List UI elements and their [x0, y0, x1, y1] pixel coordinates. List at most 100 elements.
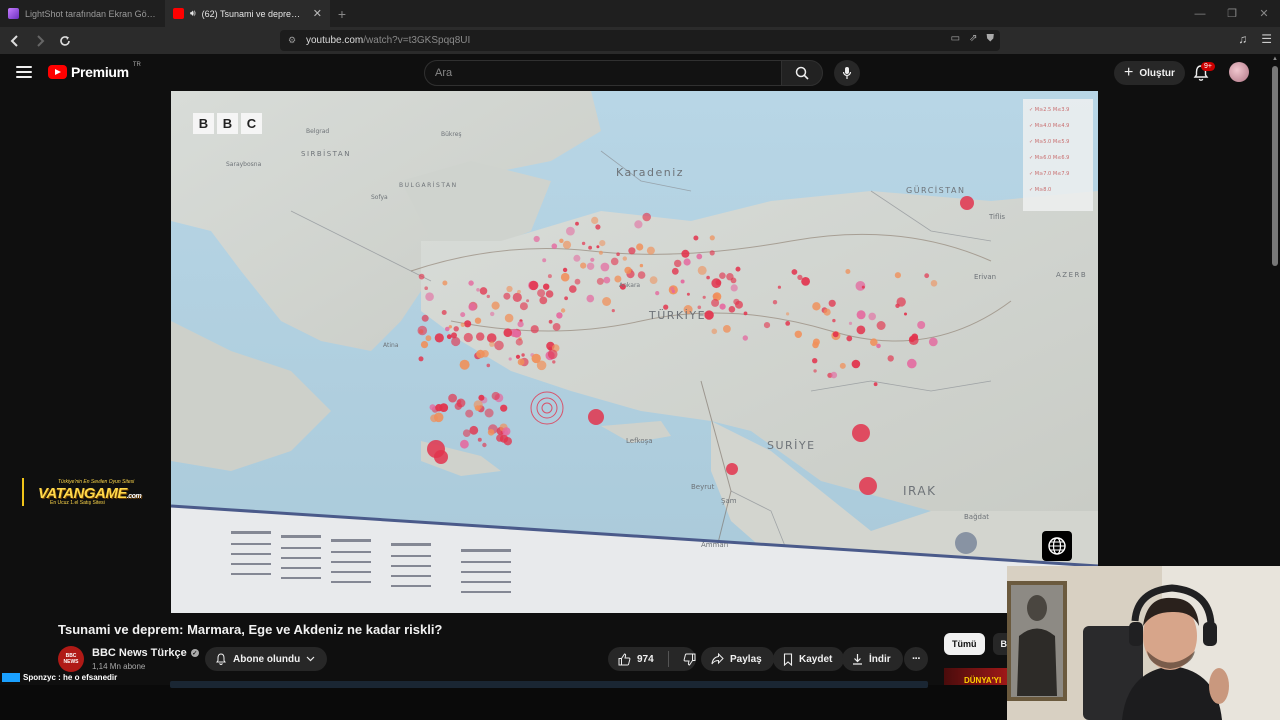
earthquake-marker	[580, 262, 587, 269]
youtube-logo[interactable]: Premium TR	[48, 62, 141, 80]
earthquake-marker	[742, 335, 748, 341]
earthquake-marker	[460, 312, 466, 318]
earthquake-marker	[680, 279, 685, 284]
reload-button[interactable]	[55, 31, 75, 51]
url-path: /watch?v=t3GKSpqq8UI	[363, 35, 471, 46]
forward-button[interactable]	[30, 31, 50, 51]
earthquake-marker	[456, 398, 466, 408]
earthquake-marker	[709, 250, 715, 256]
earthquake-marker	[683, 258, 691, 266]
earthquake-marker	[503, 437, 512, 446]
earthquake-marker	[730, 284, 738, 292]
browser-tab-youtube[interactable]: 🔊︎ (62) Tsunami ve deprem: Marmara ✕	[165, 0, 330, 27]
close-window-button[interactable]: ✕	[1248, 0, 1280, 27]
earthquake-marker	[709, 235, 715, 241]
earthquake-marker	[486, 363, 491, 368]
earthquake-marker	[494, 340, 504, 351]
share-icon[interactable]: ⇗	[969, 33, 977, 44]
new-tab-button[interactable]: +	[330, 6, 354, 22]
reload-icon	[60, 35, 70, 46]
earthquake-marker	[711, 298, 720, 307]
menu-icon[interactable]: ☰	[1261, 32, 1272, 46]
earthquake-marker	[445, 326, 450, 332]
create-label: Oluştur	[1139, 67, 1175, 79]
scrollbar-thumb[interactable]	[1272, 66, 1278, 266]
earthquake-marker-large	[859, 477, 877, 495]
browser-tab-lightshot[interactable]: LightShot tarafından Ekran Görüntüsü	[0, 0, 165, 27]
earthquake-marker	[868, 312, 876, 321]
search-placeholder: Ara	[435, 67, 453, 79]
earthquake-marker	[552, 360, 556, 364]
voice-search-button[interactable]	[834, 60, 860, 86]
earthquake-marker	[418, 356, 424, 362]
account-avatar[interactable]	[1229, 62, 1249, 82]
more-actions-button[interactable]: ···	[904, 647, 928, 671]
search-button[interactable]	[781, 60, 823, 86]
earthquake-marker	[462, 429, 471, 438]
shield-icon[interactable]: ⛊	[987, 33, 995, 44]
earthquake-marker	[610, 257, 619, 266]
map-label-city: Bükreş	[441, 131, 462, 138]
cast-icon[interactable]: ▭	[951, 33, 960, 44]
subscribed-button[interactable]: Abone olundu	[205, 647, 328, 671]
address-bar[interactable]: ⚙︎ youtube.com/watch?v=t3GKSpqq8UI ▭ ⇗ ⛊	[280, 30, 1000, 51]
subscriber-count: 1,14 Mn abone	[92, 662, 146, 671]
like-divider	[668, 651, 669, 667]
earthquake-marker	[622, 256, 627, 261]
earthquake-marker	[529, 280, 539, 291]
earthquake-marker-large	[588, 409, 604, 425]
back-button[interactable]	[5, 31, 25, 51]
save-button[interactable]: Kaydet	[773, 647, 845, 671]
earthquake-marker	[856, 310, 866, 320]
map-label-country: SIRBİSTAN	[301, 149, 351, 158]
channel-avatar[interactable]: BBC NEWS	[58, 646, 84, 672]
earthquake-marker	[649, 276, 658, 284]
map-label-country: GÜRCİSTAN	[906, 185, 965, 195]
earthquake-marker	[530, 325, 539, 334]
earthquake-marker	[487, 429, 495, 436]
earthquake-marker	[424, 286, 428, 290]
create-button[interactable]: + Oluştur	[1114, 61, 1185, 85]
vatangame-ad[interactable]: Türkiye'nin En Sevilen Oyun Sitesi VATAN…	[22, 478, 152, 508]
earthquake-marker	[655, 291, 660, 296]
channel-name[interactable]: BBC News Türkçe ✓	[92, 647, 199, 659]
music-note-icon[interactable]: ♫	[1238, 32, 1247, 46]
download-button[interactable]: İndir	[842, 647, 903, 671]
chip-all[interactable]: Tümü	[944, 633, 985, 655]
earthquake-marker	[785, 321, 791, 326]
hamburger-menu-icon[interactable]	[16, 66, 32, 78]
close-tab-icon[interactable]: ✕	[313, 7, 322, 20]
earthquake-marker	[575, 221, 579, 226]
earthquake-marker	[596, 277, 604, 285]
dislike-button[interactable]	[675, 653, 696, 666]
scroll-up-icon[interactable]: ▲	[1272, 56, 1278, 62]
browser-tab-strip: LightShot tarafından Ekran Görüntüsü 🔊︎ …	[0, 0, 1280, 27]
like-button[interactable]: 974	[608, 652, 662, 666]
earthquake-marker	[459, 359, 470, 370]
speaker-icon[interactable]: 🔊︎	[190, 8, 196, 19]
share-arrow-icon	[711, 653, 724, 665]
map-label-city: Beyrut	[691, 483, 715, 491]
earthquake-marker	[564, 296, 568, 301]
site-settings-icon[interactable]: ⚙︎	[288, 35, 302, 46]
map-label-city: Atina	[383, 342, 399, 349]
earthquake-marker	[465, 409, 474, 418]
earthquake-marker	[533, 235, 540, 243]
earthquake-marker	[446, 334, 452, 340]
globe-icon[interactable]	[1042, 531, 1072, 561]
search-input[interactable]: Ara	[424, 60, 782, 86]
share-button[interactable]: Paylaş	[701, 647, 774, 671]
video-player[interactable]: ✓ M≥2.5 M≤3.9 ✓ M≥4.0 M≤4.9 ✓ M≥5.0 M≤5.9…	[171, 91, 1098, 613]
map-label-sea: Karadeniz	[616, 166, 684, 179]
earthquake-marker	[491, 301, 500, 310]
map-label-country: IRAK	[903, 484, 936, 498]
earthquake-marker	[588, 245, 592, 250]
maximize-button[interactable]: ❐	[1216, 0, 1248, 27]
page-scrollbar[interactable]: ▲	[1270, 54, 1280, 566]
minimize-button[interactable]: —	[1184, 0, 1216, 27]
earthquake-marker	[512, 292, 522, 302]
earthquake-marker	[562, 240, 572, 249]
earthquake-marker	[586, 294, 595, 303]
earthquake-marker	[503, 292, 511, 300]
earthquake-marker	[464, 320, 472, 328]
